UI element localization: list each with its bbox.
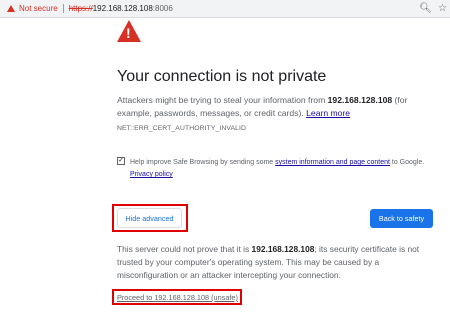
sb-text-2: to Google. — [389, 159, 425, 166]
privacy-policy-link[interactable]: Privacy policy — [130, 171, 173, 178]
proceed-unsafe-link[interactable]: Proceed to 192.168.128.108 (unsafe) — [117, 293, 238, 302]
hide-advanced-button[interactable]: Hide advanced — [117, 208, 182, 228]
sb-text-1: Help improve Safe Browsing by sending so… — [130, 159, 276, 166]
url-port[interactable]: :8006 — [153, 4, 173, 13]
error-code: NET::ERR_CERT_AUTHORITY_INVALID — [117, 125, 246, 132]
url-scheme[interactable]: https:// — [69, 4, 93, 13]
safe-browsing-checkbox[interactable]: ✓ — [117, 157, 125, 165]
host-name: 192.168.128.108 — [327, 95, 393, 105]
learn-more-link[interactable]: Learn more — [306, 108, 350, 118]
description-text-1: Attackers might be trying to steal your … — [117, 95, 328, 105]
bookmark-star-icon[interactable]: ☆ — [438, 3, 447, 14]
safe-browsing-text: Help improve Safe Browsing by sending so… — [130, 157, 435, 181]
warning-description: Attackers might be trying to steal your … — [117, 94, 435, 120]
warning-icon[interactable] — [7, 5, 15, 12]
not-secure-label[interactable]: Not secure — [19, 4, 58, 13]
advanced-details: This server could not prove that it is 1… — [117, 243, 437, 282]
divider — [62, 4, 64, 13]
url-host[interactable]: 192.168.128.108 — [93, 4, 153, 13]
page-title: Your connection is not private — [117, 68, 327, 85]
back-to-safety-button[interactable]: Back to safety — [370, 209, 433, 228]
address-bar[interactable]: Not secure https://192.168.128.108:8006 … — [0, 0, 450, 18]
warning-triangle-icon: ! — [117, 20, 141, 42]
zoom-icon[interactable]: 🔍︎ — [419, 3, 432, 14]
details-text-1: This server could not prove that it is — [117, 244, 252, 254]
system-info-link[interactable]: system information and page content — [275, 159, 390, 166]
details-host: 192.168.128.108 — [251, 244, 315, 254]
